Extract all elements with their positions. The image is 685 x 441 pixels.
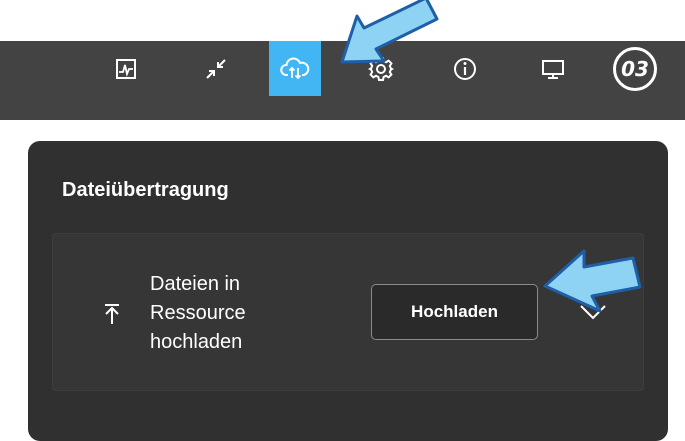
upload-button[interactable]: Hochladen [371,284,538,340]
callout-arrow-toolbar [340,0,439,64]
activity-button[interactable] [103,46,149,92]
file-transfer-button[interactable] [269,41,321,96]
info-icon [454,58,476,80]
upload-label-line: hochladen [150,331,243,353]
activity-icon [116,59,136,79]
cloud-upload-icon [280,57,310,79]
collapse-button[interactable] [193,46,239,92]
upload-label-line: Dateien in [150,273,241,295]
panel-title: Dateiübertragung [62,179,229,201]
monitor-icon [542,60,564,79]
upload-icon [105,304,119,324]
callout-arrow-upload [543,249,642,313]
upload-label: Dateien in Ressource hochladen [150,270,246,357]
session-badge[interactable]: 03 [613,47,657,91]
display-button[interactable] [530,46,576,92]
collapse-icon [206,59,226,79]
upload-label-line: Ressource [150,302,246,324]
session-badge-label: 03 [621,57,649,81]
